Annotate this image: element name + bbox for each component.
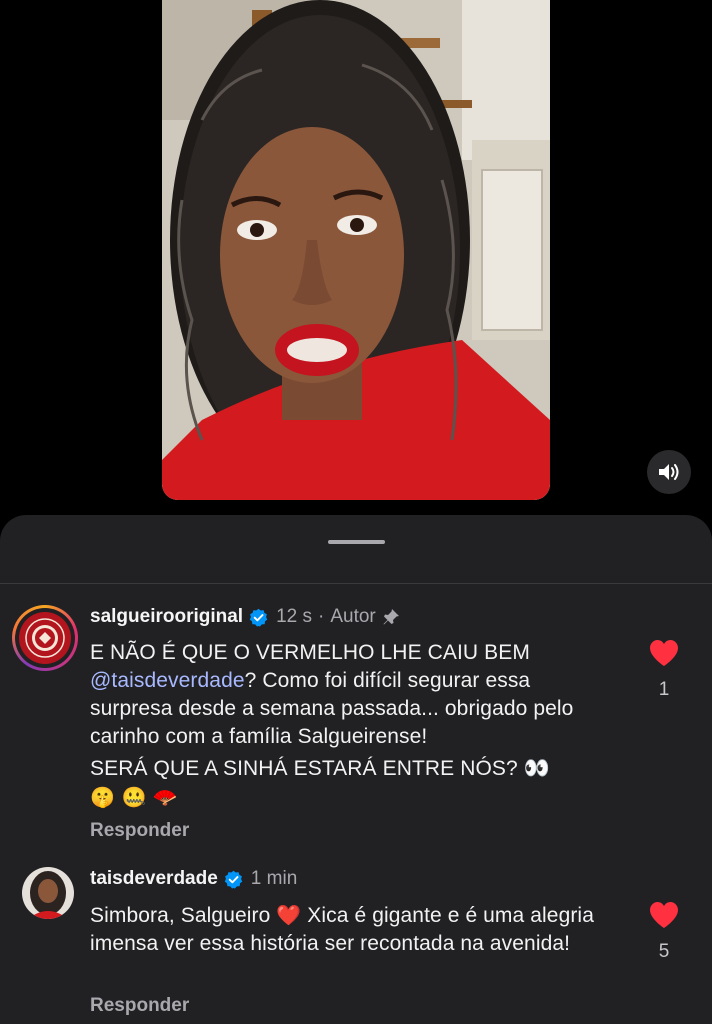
like-count: 5 bbox=[658, 941, 670, 962]
divider bbox=[0, 583, 712, 584]
salgueiro-logo-icon bbox=[20, 613, 70, 663]
comment-text-question: SERÁ QUE A SINHÁ ESTARÁ ENTRE NÓS? 👀 bbox=[90, 757, 550, 780]
video-frame bbox=[162, 0, 550, 500]
comments-sheet: salgueirooriginal 12 s · Autor E NÃO É Q… bbox=[0, 515, 712, 1024]
comment-text-line: E NÃO É QUE O VERMELHO LHE CAIU BEM bbox=[90, 641, 530, 664]
heart-emoji: ❤️ bbox=[276, 903, 302, 927]
mute-button[interactable] bbox=[647, 450, 691, 494]
like-count: 1 bbox=[658, 679, 670, 700]
verified-badge-icon bbox=[249, 608, 268, 627]
emoji-row: 🤫 🤐 🪭 bbox=[90, 785, 178, 809]
mention-link[interactable]: @taisdeverdade bbox=[90, 669, 245, 692]
reply-button[interactable]: Responder bbox=[90, 820, 189, 842]
separator-dot: · bbox=[318, 606, 325, 627]
comment-text-start: Simbora, Salgueiro bbox=[90, 904, 271, 927]
verified-badge-icon bbox=[224, 870, 243, 889]
comment-header: salgueirooriginal 12 s · Autor bbox=[90, 605, 400, 629]
comment-time: 12 s bbox=[276, 606, 313, 627]
avatar[interactable] bbox=[22, 867, 74, 919]
profile-photo bbox=[22, 867, 74, 919]
pin-icon bbox=[383, 609, 399, 625]
comment-text: Simbora, Salgueiro ❤️ Xica é gigante e é… bbox=[90, 901, 610, 958]
author-label: Autor bbox=[330, 606, 376, 627]
like-heart-icon[interactable] bbox=[648, 900, 680, 930]
reply-button[interactable]: Responder bbox=[90, 995, 189, 1017]
story-ring[interactable] bbox=[12, 605, 78, 671]
comment-text: E NÃO É QUE O VERMELHO LHE CAIU BEM @tai… bbox=[90, 639, 610, 812]
drag-handle[interactable] bbox=[328, 540, 385, 544]
username[interactable]: salgueirooriginal bbox=[90, 605, 243, 629]
like-heart-icon[interactable] bbox=[648, 638, 680, 668]
avatar bbox=[19, 612, 71, 664]
video-player[interactable] bbox=[162, 0, 550, 500]
speaker-icon bbox=[659, 464, 679, 480]
username[interactable]: taisdeverdade bbox=[90, 867, 218, 891]
comment-header: taisdeverdade 1 min bbox=[90, 867, 297, 891]
screen: salgueirooriginal 12 s · Autor E NÃO É Q… bbox=[0, 0, 712, 1024]
comment-time: 1 min bbox=[250, 868, 298, 889]
